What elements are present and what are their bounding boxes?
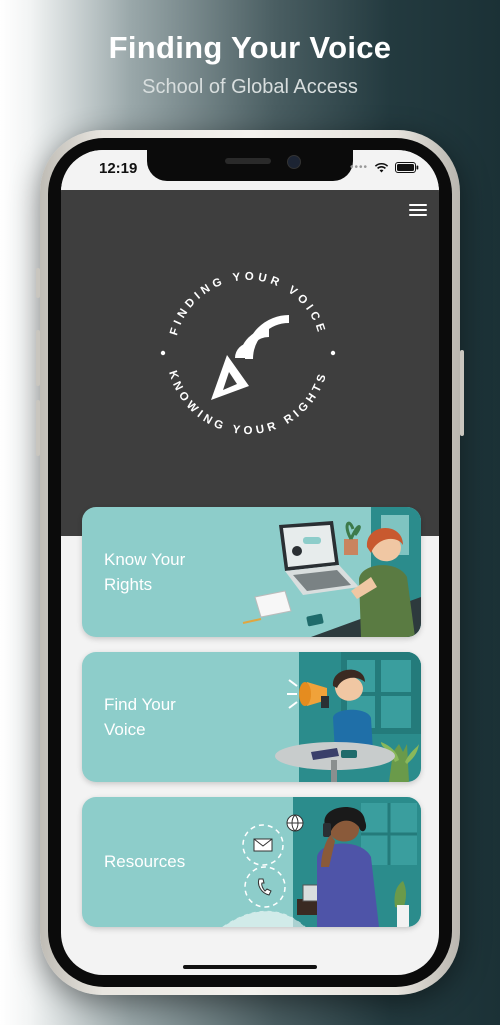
resources-card[interactable]: Resources — [82, 797, 421, 927]
page-subtitle: School of Global Access — [142, 76, 358, 98]
find-your-voice-card[interactable]: Find Your Voice — [82, 652, 421, 782]
speaker-grille — [225, 158, 271, 164]
signal-icon: •••• — [349, 162, 368, 173]
hamburger-menu-icon[interactable] — [409, 204, 427, 218]
front-camera — [287, 155, 301, 169]
mute-switch — [36, 268, 40, 298]
volume-down-button — [36, 400, 40, 456]
home-indicator — [183, 965, 317, 969]
card-label: Know Your Rights — [104, 550, 186, 594]
svg-text:KNOWING YOUR RIGHTS: KNOWING YOUR RIGHTS — [166, 369, 330, 437]
app-header: FINDING YOUR VOICE KNOWING YOUR RIGHTS — [61, 190, 439, 536]
battery-icon — [395, 162, 419, 173]
power-button — [460, 350, 464, 436]
logo-dot-right — [330, 350, 336, 356]
notch — [147, 150, 353, 181]
phone-call-illustration-icon — [222, 797, 421, 927]
app-logo: FINDING YOUR VOICE KNOWING YOUR RIGHTS — [160, 271, 336, 437]
megaphone-illustration-icon — [275, 652, 421, 782]
status-time: 12:19 — [99, 160, 138, 177]
status-icons: •••• — [350, 162, 419, 173]
broadcast-icon — [211, 315, 290, 400]
laptop-illustration-icon — [242, 507, 421, 637]
know-your-rights-card[interactable]: Know Your Rights — [82, 507, 421, 637]
volume-up-button — [36, 330, 40, 386]
card-label: Resources — [104, 852, 186, 871]
wifi-icon — [374, 162, 389, 173]
phone-screen: 12:19 •••• FINDING YOUR VOICE KNOWING YO… — [61, 150, 439, 975]
svg-text:FINDING YOUR VOICE: FINDING YOUR VOICE — [168, 271, 328, 337]
logo-top-text: FINDING YOUR VOICE — [168, 271, 324, 337]
page-title: Finding Your Voice — [108, 30, 392, 65]
card-label: Find Your Voice — [104, 695, 176, 739]
logo-dot-left — [160, 350, 166, 356]
status-bar: 12:19 •••• — [61, 150, 439, 190]
logo-bottom-text: KNOWING YOUR RIGHTS — [166, 369, 326, 437]
